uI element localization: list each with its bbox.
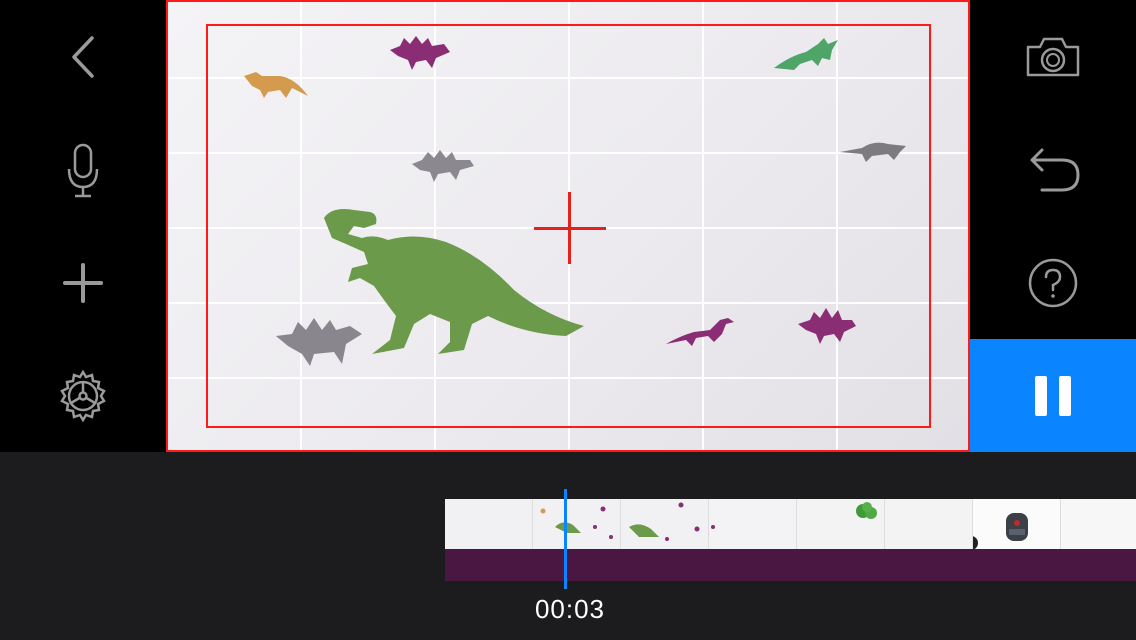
video-clip-track[interactable]	[445, 499, 1136, 549]
camera-button[interactable]	[1022, 32, 1084, 82]
timecode: 00:03	[534, 594, 606, 624]
pause-icon-bar	[1059, 375, 1071, 416]
undo-button[interactable]	[1022, 144, 1084, 196]
playhead[interactable]	[564, 489, 567, 589]
clip-thumbnail	[621, 499, 709, 549]
back-button[interactable]	[58, 30, 108, 84]
video-preview[interactable]	[166, 0, 970, 452]
gear-icon	[60, 369, 106, 423]
left-toolbar	[0, 0, 166, 452]
clip-thumbnail	[1061, 499, 1136, 549]
undo-icon	[1030, 148, 1080, 192]
settings-button[interactable]	[53, 366, 113, 426]
timeline[interactable]: 00:03	[0, 452, 1136, 640]
help-button[interactable]	[1026, 256, 1080, 310]
add-button[interactable]	[58, 258, 108, 308]
clip-thumbnail	[533, 499, 621, 549]
pause-icon	[1035, 375, 1047, 416]
audio-track[interactable]	[445, 549, 1136, 581]
pause-recording-button[interactable]	[970, 339, 1136, 452]
crosshair-horizontal	[534, 227, 606, 230]
chevron-left-icon	[72, 36, 94, 78]
clip-thumbnail	[973, 499, 1061, 549]
microphone-icon	[67, 143, 99, 198]
clip-thumbnail	[445, 499, 533, 549]
clip-thumbnail	[797, 499, 885, 549]
clip-thumbnail	[885, 499, 973, 549]
help-icon	[1028, 258, 1078, 308]
clip-thumbnail	[709, 499, 797, 549]
camera-icon	[1026, 37, 1080, 77]
microphone-button[interactable]	[58, 140, 108, 202]
plus-icon	[63, 263, 103, 303]
